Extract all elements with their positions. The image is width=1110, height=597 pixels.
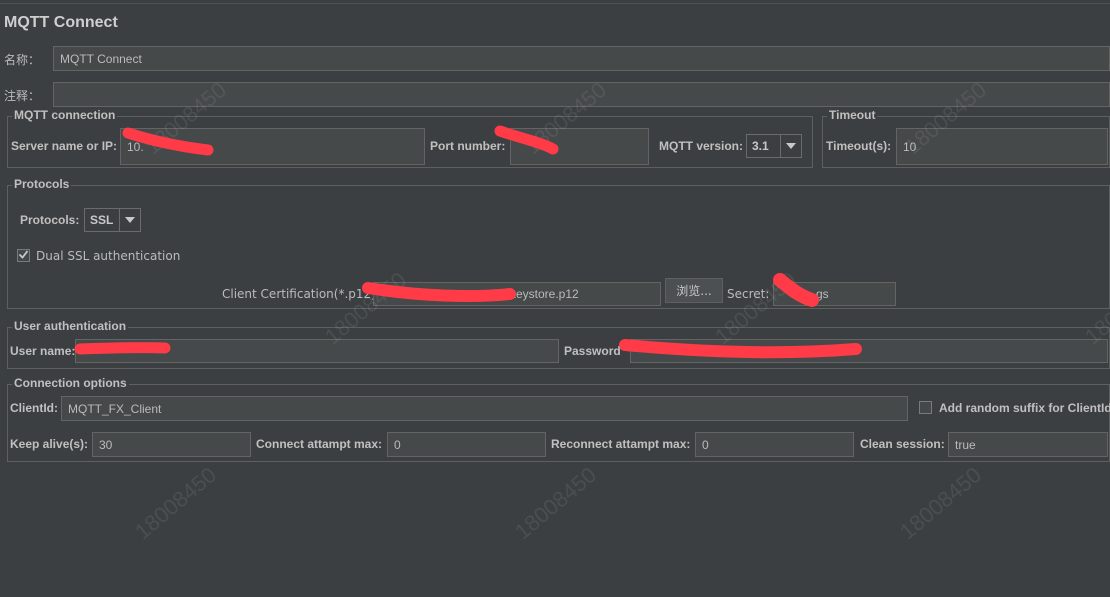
- timeout-legend: Timeout: [827, 108, 878, 122]
- browse-button[interactable]: 浏览...: [665, 278, 723, 303]
- watermark: 18008450: [510, 462, 602, 545]
- reconnect-max-label: Reconnect attampt max:: [551, 437, 691, 451]
- keepalive-input[interactable]: [92, 432, 251, 457]
- name-label: 名称：: [4, 53, 41, 67]
- connect-max-input[interactable]: [387, 432, 546, 457]
- mqtt-version-value: 3.1: [752, 139, 769, 153]
- mqtt-version-label: MQTT version:: [659, 139, 744, 153]
- comment-input[interactable]: [53, 82, 1110, 107]
- clientid-label: ClientId:: [10, 401, 58, 415]
- protocols-select[interactable]: SSL: [84, 208, 141, 232]
- dual-ssl-label: Dual SSL authentication: [36, 249, 181, 263]
- keepalive-label: Keep alive(s):: [10, 437, 89, 451]
- random-suffix-label: Add random suffix for ClientId: [939, 401, 1110, 415]
- reconnect-max-input[interactable]: [695, 432, 854, 457]
- chevron-down-icon: [780, 135, 801, 157]
- clean-session-label: Clean session:: [860, 437, 945, 451]
- mqtt-version-select[interactable]: 3.1: [746, 134, 802, 158]
- port-input[interactable]: [510, 128, 649, 165]
- timeout-input[interactable]: [896, 128, 1108, 165]
- top-divider: [0, 3, 1110, 4]
- cert-label: Client Certification(*.p12):: [222, 287, 380, 301]
- password-label: Password: [564, 344, 621, 358]
- mqtt-connection-legend: MQTT connection: [12, 108, 118, 122]
- chevron-down-icon: [119, 209, 140, 231]
- name-input[interactable]: [53, 46, 1110, 71]
- watermark: 18008450: [895, 462, 987, 545]
- clean-session-input[interactable]: [948, 432, 1108, 457]
- server-label: Server name or IP:: [11, 139, 118, 153]
- password-input[interactable]: [630, 339, 1108, 363]
- dual-ssl-checkbox[interactable]: [17, 249, 30, 262]
- cert-input[interactable]: [373, 282, 661, 306]
- user-auth-legend: User authentication: [12, 319, 129, 333]
- clientid-input[interactable]: [61, 396, 908, 421]
- page-title: MQTT Connect: [4, 14, 118, 31]
- check-icon: [18, 249, 29, 263]
- comment-label: 注释：: [4, 89, 41, 103]
- protocols-legend: Protocols: [12, 177, 72, 191]
- username-input[interactable]: [75, 339, 559, 363]
- protocols-value: SSL: [90, 213, 114, 227]
- connect-max-label: Connect attampt max:: [256, 437, 383, 451]
- server-input[interactable]: [120, 128, 425, 165]
- random-suffix-checkbox[interactable]: [919, 401, 932, 414]
- protocols-label: Protocols:: [20, 213, 80, 227]
- port-label: Port number:: [430, 139, 506, 153]
- secret-label: Secret:: [727, 287, 770, 301]
- timeout-label: Timeout(s):: [826, 139, 892, 153]
- username-label: User name:: [10, 344, 76, 358]
- connection-options-legend: Connection options: [12, 376, 129, 390]
- watermark: 18008450: [130, 462, 222, 545]
- secret-input[interactable]: [773, 282, 896, 306]
